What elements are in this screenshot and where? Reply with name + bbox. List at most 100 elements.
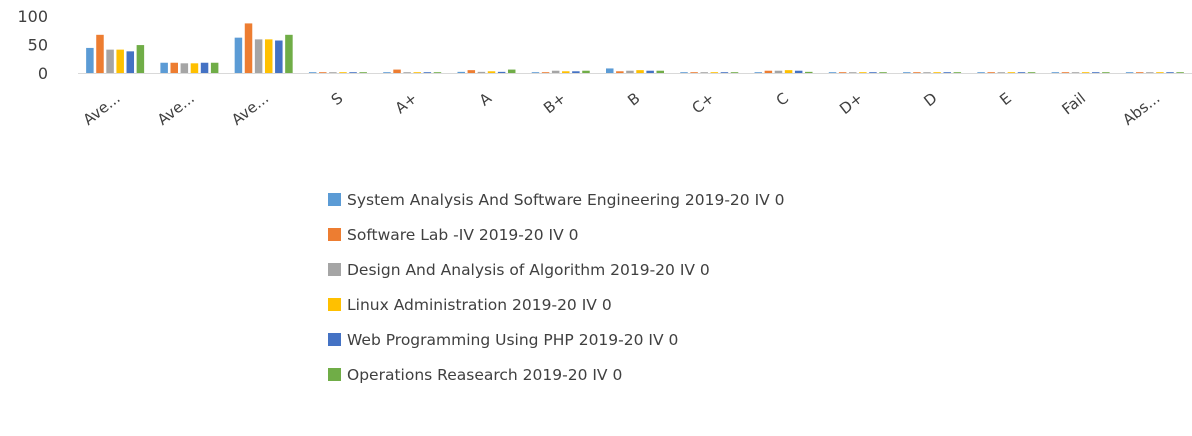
legend-label: Design And Analysis of Algorithm 2019-20…: [347, 260, 710, 279]
bar-chart: 0 50 100 Ave... Ave... Ave... S A+ A B+ B C+ C D+ D E F…: [17, 7, 1192, 129]
x-tick-label: Ave...: [80, 89, 124, 129]
bar: [423, 72, 432, 73]
bar: [383, 72, 391, 73]
bar: [943, 72, 951, 73]
bar: [879, 72, 887, 73]
bar: [96, 34, 104, 73]
x-tick-label: B+: [540, 89, 569, 117]
bar: [656, 70, 664, 73]
legend-item: Operations Reasearch 2019-20 IV 0: [328, 357, 785, 392]
bar: [487, 71, 496, 73]
bar: [582, 70, 590, 73]
bar: [646, 70, 654, 73]
bar: [1125, 72, 1134, 73]
bar: [210, 62, 219, 73]
bar: [828, 72, 837, 73]
legend-item: Linux Administration 2019-20 IV 0: [328, 287, 785, 322]
bar: [264, 39, 273, 73]
bar: [116, 49, 124, 73]
legend-swatch: [328, 298, 341, 311]
bar: [467, 70, 476, 73]
x-tick-label: Abs...: [1119, 89, 1163, 129]
bar: [339, 72, 347, 73]
bar: [254, 39, 263, 73]
bar: [349, 72, 357, 73]
x-tick-label: A: [476, 89, 496, 110]
bar: [987, 72, 995, 73]
bar: [774, 70, 783, 73]
bar: [1081, 72, 1090, 73]
bar: [1176, 72, 1184, 73]
bar: [507, 69, 516, 73]
bar: [1071, 72, 1080, 73]
x-tick-label: S: [328, 89, 347, 109]
y-tick-label: 0: [38, 64, 48, 83]
bar: [616, 71, 624, 73]
x-tick-label: A+: [392, 89, 421, 117]
legend-item: System Analysis And Software Engineering…: [328, 182, 785, 217]
bar: [764, 70, 773, 73]
y-axis-ticks: 0 50 100: [17, 7, 48, 83]
bar: [200, 62, 209, 73]
bar: [923, 72, 931, 73]
legend-swatch: [328, 228, 341, 241]
bar: [626, 70, 634, 73]
bar: [393, 69, 401, 73]
bar: [244, 23, 253, 73]
bar: [86, 47, 94, 73]
x-tick-label: D: [920, 89, 940, 110]
bar: [562, 71, 570, 73]
bar: [180, 63, 189, 73]
legend-label: Web Programming Using PHP 2019-20 IV 0: [347, 330, 679, 349]
bar: [275, 40, 283, 73]
legend-swatch: [328, 368, 341, 381]
bar: [1135, 72, 1144, 73]
bar: [903, 72, 911, 73]
bar: [805, 71, 813, 73]
bar: [690, 72, 698, 73]
bar: [730, 72, 739, 73]
legend-item: Design And Analysis of Algorithm 2019-20…: [328, 252, 785, 287]
bar: [838, 72, 847, 73]
bar: [551, 70, 560, 73]
bar: [433, 72, 442, 73]
legend-item: Software Lab -IV 2019-20 IV 0: [328, 217, 785, 252]
bar: [497, 71, 506, 73]
bar: [680, 72, 688, 73]
bar: [1061, 72, 1070, 73]
bar: [136, 45, 145, 73]
bar: [720, 72, 729, 73]
bar: [329, 72, 337, 73]
legend-label: Operations Reasearch 2019-20 IV 0: [347, 365, 623, 384]
x-tick-label: C+: [688, 89, 717, 117]
bar: [1156, 72, 1164, 73]
bar: [1051, 72, 1060, 73]
bar: [1102, 72, 1110, 73]
bar: [794, 70, 803, 73]
bar: [1092, 72, 1100, 73]
bar: [126, 51, 135, 73]
bar: [754, 72, 763, 73]
legend-swatch: [328, 193, 341, 206]
bars: [86, 23, 1184, 73]
legend-swatch: [328, 333, 341, 346]
legend: System Analysis And Software Engineering…: [328, 182, 785, 392]
bar: [285, 34, 293, 73]
bar: [1166, 72, 1174, 73]
bar: [319, 72, 327, 73]
bar: [953, 72, 962, 73]
bar: [710, 72, 719, 73]
bar: [308, 72, 317, 73]
x-tick-label: B: [624, 89, 643, 110]
x-tick-label: Ave...: [154, 89, 198, 129]
bar: [477, 71, 486, 73]
x-tick-label: Fail: [1058, 89, 1089, 118]
y-tick-label: 50: [28, 36, 48, 55]
legend-swatch: [328, 263, 341, 276]
bar: [1007, 72, 1016, 73]
legend-label: Software Lab -IV 2019-20 IV 0: [347, 225, 579, 244]
legend-label: System Analysis And Software Engineering…: [347, 190, 785, 209]
bar: [1146, 72, 1154, 73]
bar: [160, 62, 168, 73]
bar: [977, 72, 985, 73]
